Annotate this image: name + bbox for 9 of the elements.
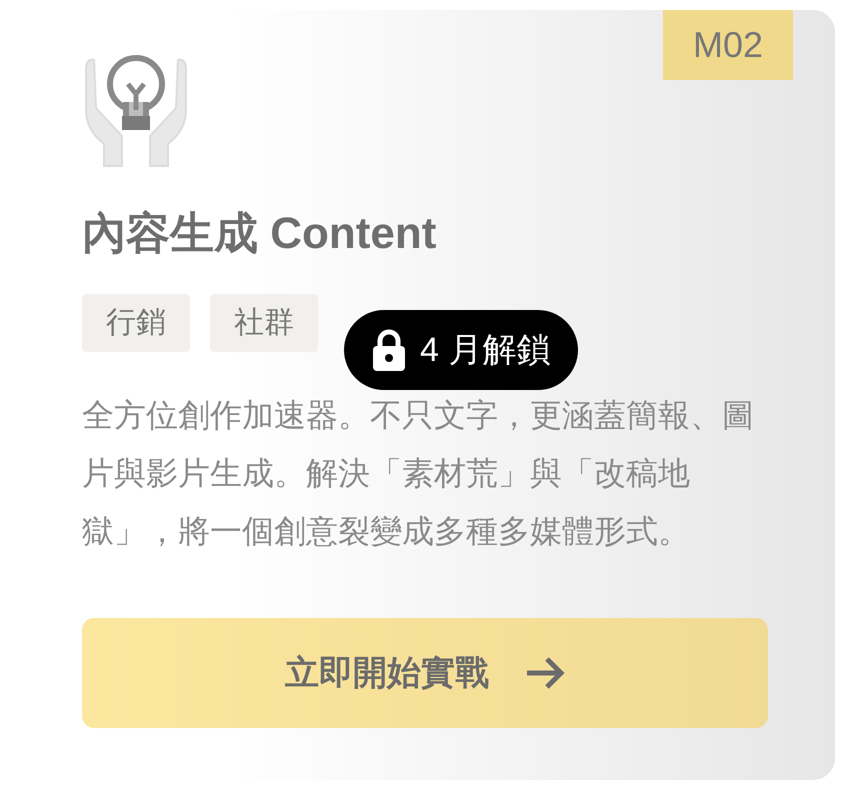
tag: 行銷	[82, 294, 190, 352]
lock-icon	[372, 329, 406, 371]
unlock-date: 4 月解鎖	[420, 330, 550, 371]
module-code: M02	[663, 10, 793, 80]
description: 全方位創作加速器。不只文字，更涵蓋簡報、圖片與影片生成。解決「素材荒」與「改稿地獄」，將一個創意裂變成多種多媒體形式。	[82, 396, 755, 551]
start-button[interactable]: 立即開始實戰	[82, 618, 768, 728]
card-title: 內容生成 Content	[82, 208, 438, 260]
arrow-right-icon	[525, 655, 565, 691]
tag: 社群	[210, 294, 318, 352]
